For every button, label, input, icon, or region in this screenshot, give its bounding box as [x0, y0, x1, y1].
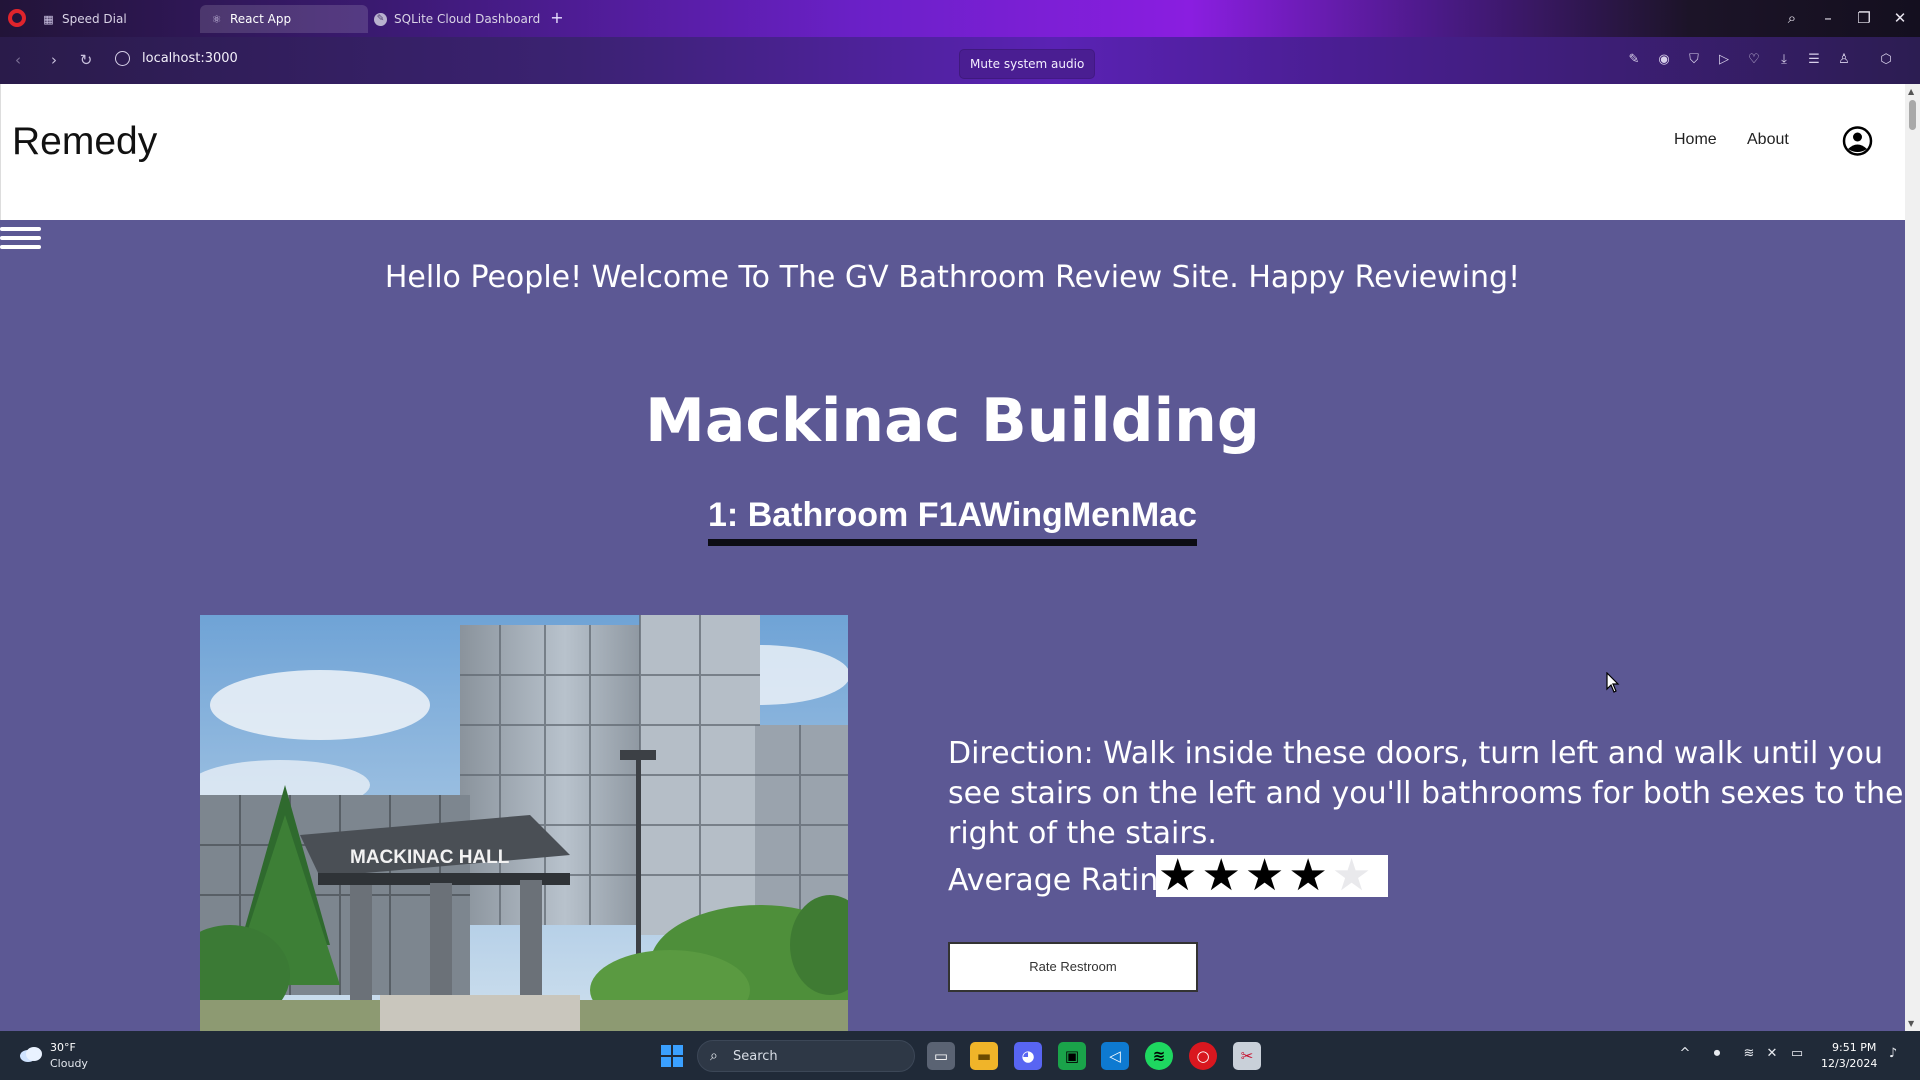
page-scrollbar[interactable]: ▲ ▼: [1905, 84, 1920, 1031]
browser-titlebar: ▦ Speed Dial ⚛ React App ✎ SQLite Cloud …: [0, 0, 1920, 37]
sqlite-icon: ✎: [374, 12, 387, 26]
windows-start-icon[interactable]: [661, 1045, 683, 1067]
back-icon[interactable]: ‹: [8, 50, 28, 70]
nav-home-link[interactable]: Home: [1674, 131, 1717, 149]
bathroom-title-wrap: 1: Bathroom F1AWingMenMac: [0, 496, 1905, 546]
star-filled-icon: ★: [1288, 850, 1328, 901]
close-icon[interactable]: ✕: [1890, 8, 1910, 28]
tab-label: React App: [230, 12, 292, 26]
spotify-icon[interactable]: ≋: [1145, 1042, 1173, 1070]
download-icon[interactable]: ⤓: [1774, 50, 1794, 70]
restore-icon[interactable]: ❐: [1854, 8, 1874, 28]
star-filled-icon: ★: [1158, 850, 1198, 901]
bathroom-title: 1: Bathroom F1AWingMenMac: [708, 496, 1197, 546]
taskbar-search-placeholder: Search: [733, 1049, 778, 1064]
building-title: Mackinac Building: [645, 386, 1260, 456]
tray-chevron-up-icon[interactable]: ^: [1676, 1046, 1694, 1061]
scroll-up-arrow-icon[interactable]: ▲: [1908, 87, 1914, 96]
search-icon: ⌕: [710, 1048, 718, 1064]
tab-label: SQLite Cloud Dashboard: [394, 12, 541, 26]
taskbar-search-input[interactable]: ⌕ Search: [697, 1040, 915, 1072]
shield-icon[interactable]: ⛉: [1684, 50, 1704, 70]
nav-about-link[interactable]: About: [1747, 131, 1789, 149]
camera-icon[interactable]: ◉: [1654, 50, 1674, 70]
tab-label: Speed Dial: [62, 12, 127, 26]
heart-icon[interactable]: ♡: [1744, 50, 1764, 70]
discord-icon[interactable]: ◕: [1014, 1042, 1042, 1070]
url-field[interactable]: localhost:3000: [142, 51, 238, 66]
hamburger-menu-icon[interactable]: [0, 221, 41, 255]
site-brand[interactable]: Remedy: [12, 120, 157, 164]
taskbar-date[interactable]: 12/3/2024: [1821, 1057, 1877, 1070]
edit-icon[interactable]: ✎: [1624, 50, 1644, 70]
star-filled-icon: ★: [1244, 850, 1285, 901]
building-photo: MACKINAC HALL: [200, 615, 848, 1031]
forward-icon[interactable]: ›: [44, 50, 64, 70]
user-avatar-icon[interactable]: [1839, 126, 1876, 156]
snipping-tool-icon[interactable]: ✂: [1233, 1042, 1261, 1070]
file-explorer-icon[interactable]: ▬: [970, 1042, 998, 1070]
cloud-weather-icon[interactable]: [18, 1045, 44, 1063]
tab-react-app[interactable]: ⚛ React App: [200, 5, 368, 33]
reload-icon[interactable]: ↻: [76, 50, 96, 70]
minimize-icon[interactable]: –: [1818, 8, 1838, 28]
site-header: Remedy Home About: [0, 84, 1905, 220]
opera-taskbar-icon[interactable]: ○: [1189, 1042, 1217, 1070]
direction-text: Direction: Walk inside these doors, turn…: [948, 736, 1904, 851]
notification-bell-icon[interactable]: ♪: [1884, 1046, 1902, 1061]
battery-icon[interactable]: ▭: [1788, 1046, 1806, 1061]
taskbar-time[interactable]: 9:51 PM: [1832, 1041, 1876, 1054]
page-viewport: Remedy Home About Hello People! Welcome …: [0, 84, 1905, 1031]
microphone-icon[interactable]: ⏺: [1708, 1046, 1726, 1061]
scroll-down-arrow-icon[interactable]: ▼: [1908, 1019, 1914, 1028]
task-view-icon[interactable]: ▭: [927, 1042, 955, 1070]
react-icon: ⚛: [211, 12, 222, 26]
address-bar: ‹ › ↻ localhost:3000 Mute system audio ✎…: [0, 37, 1920, 84]
new-tab-plus-icon[interactable]: +: [548, 9, 566, 27]
rating-stars: ★ ★ ★ ★ ★: [1156, 850, 1388, 901]
mouse-cursor-icon: [1606, 672, 1620, 693]
pycharm-icon[interactable]: ▣: [1058, 1042, 1086, 1070]
tab-sqlite-cloud[interactable]: ✎ SQLite Cloud Dashboard: [364, 5, 544, 33]
mute-audio-tooltip: Mute system audio: [960, 50, 1095, 78]
average-rating-label: Average Rating:: [948, 863, 1188, 898]
rate-restroom-button[interactable]: Rate Restroom: [948, 942, 1198, 992]
star-filled-icon: ★: [1201, 850, 1241, 901]
weather-description: Cloudy: [50, 1057, 88, 1070]
grid-icon: ▦: [43, 12, 54, 26]
opera-logo-icon[interactable]: [8, 9, 26, 27]
extensions-cube-icon[interactable]: ⬡: [1876, 50, 1896, 70]
star-empty-icon: ★: [1331, 850, 1372, 901]
play-icon[interactable]: ▷: [1714, 50, 1734, 70]
tab-speed-dial[interactable]: ▦ Speed Dial: [32, 5, 192, 33]
menu-lines-icon[interactable]: ☰: [1804, 50, 1824, 70]
weather-temperature: 30°F: [50, 1041, 76, 1054]
scroll-thumb[interactable]: [1909, 100, 1916, 130]
globe-icon: [115, 51, 130, 66]
welcome-message: Hello People! Welcome To The GV Bathroom…: [384, 260, 1521, 295]
wifi-icon[interactable]: ≋: [1740, 1046, 1758, 1061]
photo-sign-text: MACKINAC HALL: [350, 847, 510, 868]
browser-search-icon[interactable]: ⌕: [1782, 8, 1802, 28]
vscode-icon[interactable]: ◁: [1101, 1042, 1129, 1070]
profile-icon[interactable]: ♙: [1834, 50, 1854, 70]
windows-taskbar: 30°F Cloudy ⌕ Search ▭ ▬ ◕ ▣ ◁ ≋ ○ ✂ ^ ⏺…: [0, 1031, 1920, 1080]
speaker-muted-icon[interactable]: ✕: [1763, 1046, 1781, 1061]
